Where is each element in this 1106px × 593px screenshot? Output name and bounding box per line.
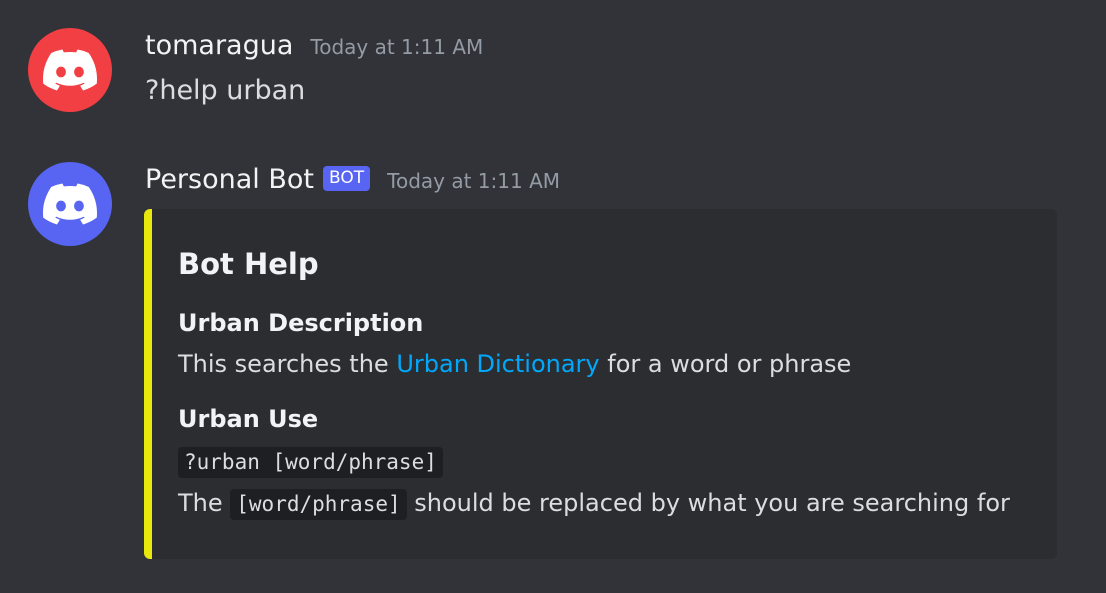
description-text: This searches the (178, 350, 397, 378)
discord-logo-icon (43, 49, 97, 91)
username[interactable]: Personal Bot (145, 164, 314, 195)
urban-dictionary-link[interactable]: Urban Dictionary (396, 350, 599, 378)
command-code: ?urban [word/phrase] (178, 447, 443, 478)
user-avatar[interactable] (28, 28, 112, 112)
use-text-end: should be replaced by what you are searc… (406, 489, 1010, 517)
timestamp[interactable]: Today at 1:11 AM (387, 169, 560, 193)
bot-badge: BOT (323, 166, 371, 191)
description-text-end: for a word or phrase (599, 350, 852, 378)
message-header: tomaragua Today at 1:11 AM (145, 30, 483, 61)
use-text: The (178, 489, 231, 517)
embed-accent-bar (144, 209, 152, 559)
message-header: Personal Bot BOT Today at 1:11 AM (145, 164, 560, 196)
bot-avatar[interactable] (28, 162, 112, 246)
field-value-use-explanation: The [word/phrase] should be replaced by … (178, 489, 1010, 520)
message-content: ?help urban (145, 75, 306, 106)
field-value-description: This searches the Urban Dictionary for a… (178, 350, 851, 378)
discord-logo-icon (43, 183, 97, 225)
field-name-description: Urban Description (178, 309, 424, 337)
username[interactable]: tomaragua (145, 30, 293, 61)
embed-title: Bot Help (178, 247, 319, 281)
chat-messages: tomaragua Today at 1:11 AM ?help urban P… (0, 0, 1106, 593)
help-embed: Bot Help Urban Description This searches… (144, 209, 1057, 559)
field-value-use-command: ?urban [word/phrase] (178, 447, 443, 478)
inline-code: [word/phrase] (230, 489, 407, 520)
timestamp[interactable]: Today at 1:11 AM (310, 35, 483, 59)
field-name-use: Urban Use (178, 405, 319, 433)
